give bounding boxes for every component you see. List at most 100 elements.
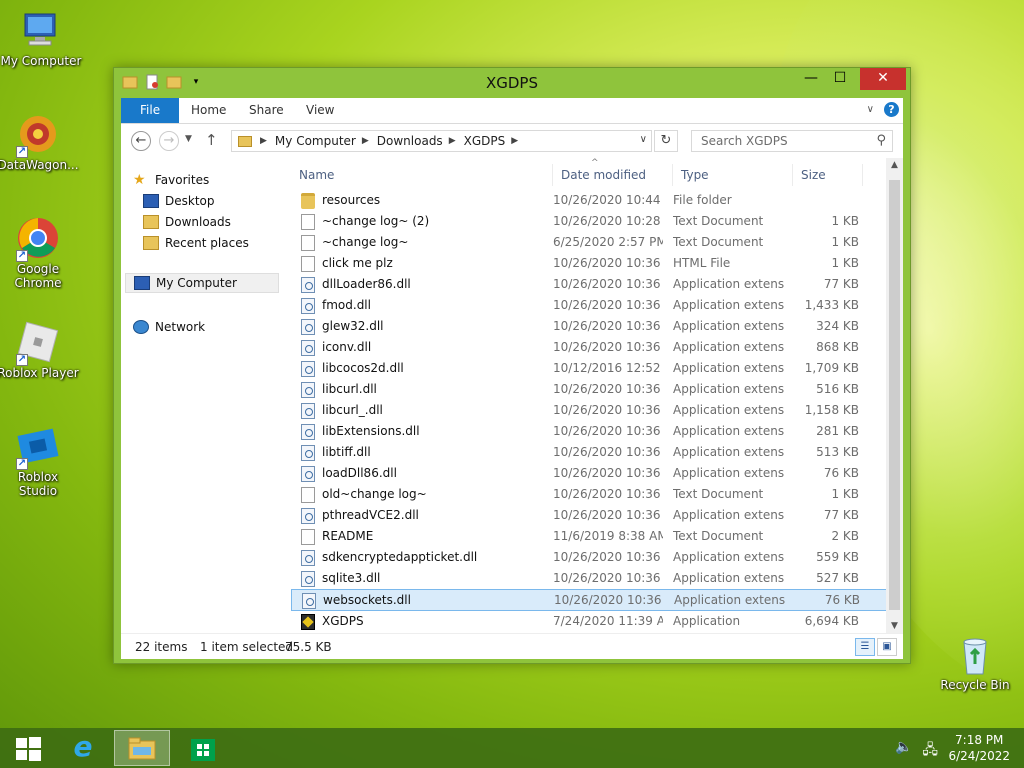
file-type: Text Document <box>673 235 764 249</box>
desktop-icon-roblox-player[interactable]: ↗ Roblox Player <box>0 320 79 380</box>
up-button[interactable]: ↑ <box>205 131 218 149</box>
maximize-button[interactable]: ☐ <box>826 68 854 90</box>
file-row[interactable]: dllLoader86.dll 10/26/2020 10:36 ... Appli… <box>291 274 896 295</box>
dll-file-icon <box>301 507 315 524</box>
file-row[interactable]: fmod.dll 10/26/2020 10:36 ... Application … <box>291 295 896 316</box>
taskbar-store[interactable] <box>175 730 231 766</box>
breadcrumb-separator[interactable]: ▶ <box>449 136 456 146</box>
file-row[interactable]: libExtensions.dll 10/26/2020 10:36 ... App… <box>291 421 896 442</box>
column-size[interactable]: Size <box>793 164 863 186</box>
file-type: HTML File <box>673 256 731 270</box>
nav-downloads[interactable]: Downloads <box>143 212 231 232</box>
desktop-icon-datawagon[interactable]: ↗ DataWagon... <box>0 112 79 172</box>
shortcut-arrow-icon: ↗ <box>16 354 28 366</box>
file-row[interactable]: glew32.dll 10/26/2020 10:36 ... Applicatio… <box>291 316 896 337</box>
breadcrumb-my-computer[interactable]: My Computer <box>275 134 356 148</box>
status-size: 75.5 KB <box>285 640 332 654</box>
expand-ribbon-icon[interactable]: ∨ <box>867 104 874 115</box>
file-row[interactable]: libtiff.dll 10/26/2020 10:36 ... Applicati… <box>291 442 896 463</box>
file-name-cell: resources <box>301 190 551 211</box>
scroll-up-icon[interactable]: ▲ <box>886 160 903 170</box>
breadcrumb-separator[interactable]: ▶ <box>260 136 267 146</box>
file-row[interactable]: sqlite3.dll 10/26/2020 10:36 ... Applicati… <box>291 568 896 589</box>
desktop-icon-label: DataWagon... <box>0 158 79 172</box>
file-row[interactable]: old~change log~ 10/26/2020 10:36 ... Text … <box>291 484 896 505</box>
minimize-button[interactable]: — <box>798 68 824 90</box>
dll-file-icon <box>301 570 315 587</box>
breadcrumb-separator[interactable]: ▶ <box>362 136 369 146</box>
column-type[interactable]: Type <box>673 164 793 186</box>
file-type: Text Document <box>673 487 764 501</box>
column-date-modified[interactable]: Date modified <box>553 164 673 186</box>
nav-recent-places[interactable]: Recent places <box>143 233 249 253</box>
taskbar-file-explorer[interactable] <box>114 730 170 766</box>
nav-label: Downloads <box>165 215 231 229</box>
nav-network[interactable]: Network <box>133 317 205 337</box>
forward-button[interactable]: → <box>159 131 179 151</box>
desktop-icon <box>143 194 159 208</box>
chevron-down-icon[interactable]: ∨ <box>640 134 647 145</box>
ribbon-tabs: File Home Share View ∨ ? <box>121 98 903 124</box>
window-title: XGDPS <box>485 74 539 92</box>
file-row[interactable]: websockets.dll 10/26/2020 10:36 ... Applic… <box>291 589 896 611</box>
tab-share[interactable]: Share <box>235 98 298 123</box>
title-bar[interactable]: ▾ XGDPS — ☐ ✕ <box>114 68 910 98</box>
dll-file-icon <box>301 339 315 356</box>
application-icon <box>301 613 315 630</box>
refresh-button[interactable]: ↻ <box>654 130 678 152</box>
file-rows: resources 10/26/2020 10:44 ... File folder… <box>291 190 896 632</box>
file-row[interactable]: click me plz 10/26/2020 10:36 ... HTML Fil… <box>291 253 896 274</box>
document-icon <box>301 486 315 503</box>
volume-muted-icon[interactable]: 🔈 <box>895 739 912 763</box>
search-input[interactable]: Search XGDPS ⚲ <box>691 130 893 152</box>
desktop-icon-my-computer[interactable]: My Computer <box>0 8 82 68</box>
start-button[interactable] <box>0 730 56 766</box>
desktop-icon-roblox-studio[interactable]: ↗ Roblox Studio <box>0 424 79 498</box>
tab-home[interactable]: Home <box>177 98 240 123</box>
nav-my-computer[interactable]: My Computer <box>125 273 279 293</box>
file-size: 76 KB <box>823 466 859 480</box>
column-name[interactable]: Name <box>291 164 553 186</box>
nav-desktop[interactable]: Desktop <box>143 191 215 211</box>
file-row[interactable]: libcurl.dll 10/26/2020 10:36 ... Applicati… <box>291 379 896 400</box>
file-row[interactable]: loadDll86.dll 10/26/2020 10:36 ... Applica… <box>291 463 896 484</box>
file-row[interactable]: XGDPS 7/24/2020 11:39 AM Application 6,694 … <box>291 611 896 632</box>
file-row[interactable]: ~change log~ 6/25/2020 2:57 PM Text Docume… <box>291 232 896 253</box>
close-button[interactable]: ✕ <box>860 68 906 90</box>
file-row[interactable]: libcurl_.dll 10/26/2020 10:36 ... Applicat… <box>291 400 896 421</box>
file-row[interactable]: README 11/6/2019 8:38 AM Text Document 2 KB <box>291 526 896 547</box>
search-icon[interactable]: ⚲ <box>876 131 886 151</box>
recent-locations-icon[interactable]: ▼ <box>185 134 192 144</box>
taskbar-clock[interactable]: 7:18 PM 6/24/2022 <box>948 732 1010 764</box>
nav-favorites[interactable]: ★ Favorites <box>133 170 209 190</box>
taskbar-internet-explorer[interactable]: e <box>55 730 111 766</box>
large-icons-view-icon[interactable]: ▣ <box>877 638 897 656</box>
file-size: 868 KB <box>816 340 859 354</box>
file-row[interactable]: iconv.dll 10/26/2020 10:36 ... Application… <box>291 337 896 358</box>
breadcrumb-downloads[interactable]: Downloads <box>377 134 443 148</box>
desktop-icon-recycle-bin[interactable]: Recycle Bin <box>934 632 1016 692</box>
file-type: Application extens... <box>673 508 785 522</box>
network-status-icon[interactable]: 🖧 <box>922 739 938 763</box>
details-view-icon[interactable]: ☰ <box>855 638 875 656</box>
file-row[interactable]: resources 10/26/2020 10:44 ... File folder <box>291 190 896 211</box>
file-row[interactable]: ~change log~ (2) 10/26/2020 10:28 ... Text… <box>291 211 896 232</box>
scrollbar-thumb[interactable] <box>889 180 900 610</box>
search-placeholder: Search XGDPS <box>701 134 788 148</box>
file-date: 10/26/2020 10:36 ... <box>553 319 663 333</box>
breadcrumb-xgdps[interactable]: XGDPS <box>464 134 506 148</box>
vertical-scrollbar[interactable]: ▲ ▼ <box>886 158 903 633</box>
file-row[interactable]: sdkencryptedappticket.dll 10/26/2020 10:3… <box>291 547 896 568</box>
tab-view[interactable]: View <box>292 98 348 123</box>
desktop-icon-chrome[interactable]: ↗ Google Chrome <box>0 216 79 290</box>
tab-file[interactable]: File <box>121 98 180 123</box>
file-row[interactable]: pthreadVCE2.dll 10/26/2020 10:36 ... Appli… <box>291 505 896 526</box>
file-date: 10/26/2020 10:36 ... <box>553 487 663 501</box>
file-row[interactable]: libcocos2d.dll 10/12/2016 12:52 ... Applic… <box>291 358 896 379</box>
scroll-down-icon[interactable]: ▼ <box>886 621 903 631</box>
back-button[interactable]: ← <box>131 131 151 151</box>
dll-file-icon <box>301 549 315 566</box>
breadcrumb-separator[interactable]: ▶ <box>511 136 518 146</box>
address-bar[interactable]: ▶ My Computer ▶ Downloads ▶ XGDPS ▶ ∨ <box>231 130 652 152</box>
help-icon[interactable]: ? <box>884 102 899 117</box>
